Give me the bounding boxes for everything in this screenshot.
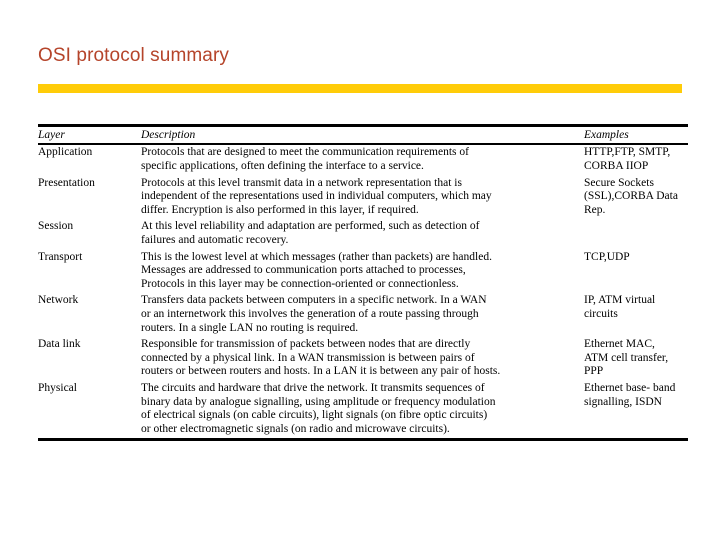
cell-layer: Transport [38,250,83,263]
description-line: Transfers data packets between computers… [141,294,487,307]
column-header-examples: Examples [584,129,629,141]
examples-line: Rep. [584,203,606,216]
cell-description: Transfers data packets between computers… [141,293,584,337]
title-accent-bar [38,84,682,93]
description-line: The circuits and hardware that drive the… [141,381,485,394]
cell-examples: IP, ATM virtual circuits [584,293,688,337]
description-line: Protocols in this layer may be connectio… [141,277,459,290]
cell-examples: Ethernet MAC, ATM cell transfer, PPP [584,337,688,381]
table-header-row: Layer Description Examples [38,125,688,145]
cell-description: This is the lowest level at which messag… [141,250,584,294]
description-line: independent of the representations used … [141,190,492,203]
description-line: At this level reliability and adaptation… [141,220,480,233]
column-header-layer: Layer [38,129,65,141]
cell-description: At this level reliability and adaptation… [141,219,584,249]
description-line: or other electromagnetic signals (on rad… [141,422,450,435]
description-line: binary data by analogue signalling, usin… [141,395,496,408]
cell-description: Protocols at this level transmit data in… [141,176,584,220]
examples-line: HTTP,FTP, SMTP, [584,146,671,159]
table-row: Physical The circuits and hardware that d… [38,381,688,440]
examples-line: Secure Sockets [584,176,654,189]
examples-line: signalling, ISDN [584,395,662,408]
description-line: or an internetwork this involves the gen… [141,307,479,320]
table-row: Transport This is the lowest level at whi… [38,250,688,294]
table-body: Application Protocols that are designed t… [38,144,688,440]
cell-examples: HTTP,FTP, SMTP, CORBA IIOP [584,144,688,175]
cell-description: Responsible for transmission of packets … [141,337,584,381]
description-line: Responsible for transmission of packets … [141,338,471,351]
examples-line: Ethernet MAC, [584,338,655,351]
cell-examples [584,219,688,249]
table-header: Layer Description Examples [38,125,688,145]
page-title: OSI protocol summary [38,45,229,66]
table-row: Presentation Protocols at this level tran… [38,176,688,220]
cell-layer: Network [38,294,79,307]
description-line: routers or between routers and hosts. In… [141,365,501,378]
cell-examples: Secure Sockets (SSL),CORBA Data Rep. [584,176,688,220]
description-line: routers. In a single LAN no routing is r… [141,321,359,334]
examples-line: (SSL),CORBA Data [584,190,678,203]
table-row: Data link Responsible for transmission of… [38,337,688,381]
cell-examples: Ethernet base- band signalling, ISDN [584,381,688,440]
cell-layer: Application [38,146,93,159]
table-row: Session At this level reliability and ada… [38,219,688,249]
cell-examples: TCP,UDP [584,250,688,294]
description-line: Protocols at this level transmit data in… [141,176,462,189]
examples-line: ATM cell transfer, [584,351,669,364]
description-line: differ. Encryption is also performed in … [141,203,419,216]
examples-line: PPP [584,365,604,378]
cell-layer: Presentation [38,176,95,189]
cell-description: Protocols that are designed to meet the … [141,144,584,175]
table-row: Network Transfers data packets between co… [38,293,688,337]
description-line: of electrical signals (on cable circuits… [141,409,488,422]
description-line: failures and automatic recovery. [141,233,289,246]
examples-line: CORBA IIOP [584,160,649,172]
cell-description: The circuits and hardware that drive the… [141,381,584,440]
examples-line: Ethernet base- band [584,381,676,394]
cell-layer: Physical [38,381,77,394]
description-line: This is the lowest level at which messag… [141,250,492,263]
examples-line: circuits [584,307,618,320]
examples-line: IP, ATM virtual [584,294,656,307]
description-line: connected by a physical link. In a WAN t… [141,351,475,364]
column-header-description: Description [141,129,196,141]
osi-protocol-table: Layer Description Examples Application Pr… [38,124,688,441]
examples-line: TCP,UDP [584,250,630,263]
cell-layer: Session [38,220,74,233]
description-line: Messages are addressed to communication … [141,264,466,277]
description-line: specific applications, often defining th… [141,160,424,172]
description-line: Protocols that are designed to meet the … [141,146,469,159]
osi-protocol-table-container: Layer Description Examples Application Pr… [38,124,688,441]
cell-layer: Data link [38,338,81,351]
table-row: Application Protocols that are designed t… [38,144,688,175]
